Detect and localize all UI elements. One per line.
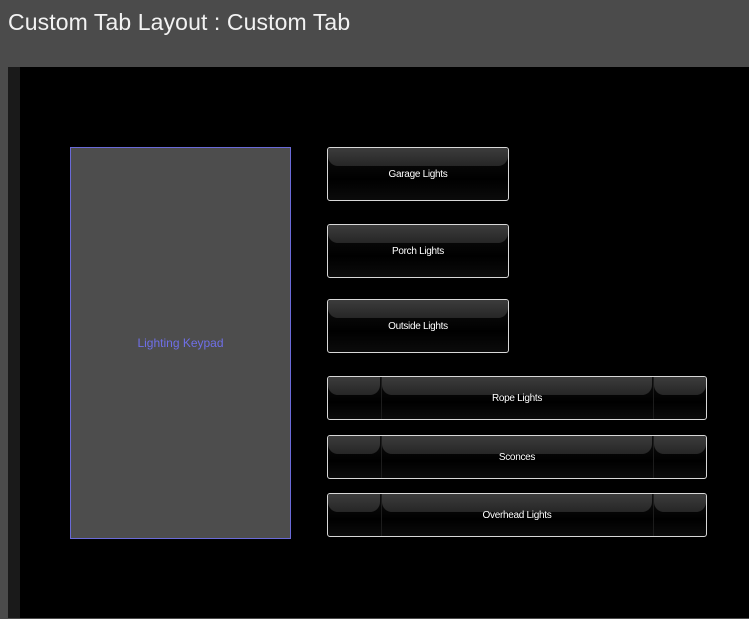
canvas-left-strip [8, 67, 20, 618]
porch-lights-label: Porch Lights [392, 246, 444, 257]
layout-canvas: Lighting Keypad Garage Lights Porch Ligh… [8, 67, 749, 618]
custom-tab-layout-window: Custom Tab Layout : Custom Tab Lighting … [0, 0, 749, 619]
lighting-keypad-label: Lighting Keypad [137, 336, 224, 350]
porch-lights-button[interactable]: Porch Lights [327, 224, 509, 278]
lighting-keypad-widget[interactable]: Lighting Keypad [70, 147, 291, 539]
overhead-lights-label: Overhead Lights [482, 510, 552, 521]
sconces-label: Sconces [498, 452, 536, 463]
rope-lights-label: Rope Lights [491, 393, 543, 404]
sconces-button[interactable]: Sconces [327, 435, 707, 479]
overhead-lights-button[interactable]: Overhead Lights [327, 493, 707, 537]
outside-lights-button[interactable]: Outside Lights [327, 299, 509, 353]
garage-lights-button[interactable]: Garage Lights [327, 147, 509, 201]
rope-lights-button[interactable]: Rope Lights [327, 376, 707, 420]
window-title: Custom Tab Layout : Custom Tab [8, 9, 351, 35]
garage-lights-label: Garage Lights [388, 169, 448, 180]
outside-lights-label: Outside Lights [388, 321, 448, 332]
